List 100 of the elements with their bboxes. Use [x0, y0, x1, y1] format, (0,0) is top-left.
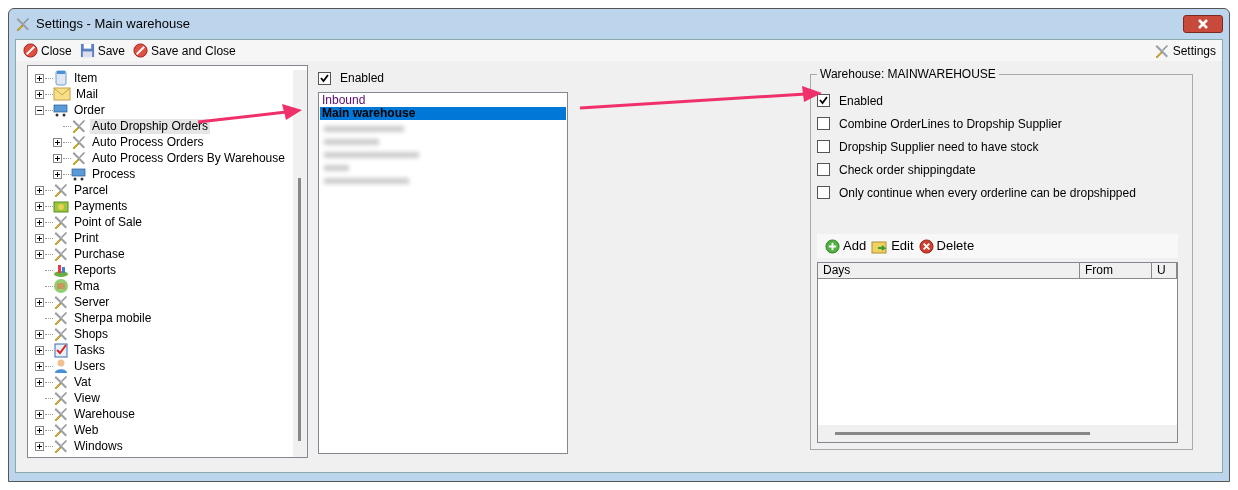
tree-item[interactable]: Purchase — [72, 246, 127, 262]
tree-item[interactable]: Sherpa mobile — [72, 310, 154, 326]
tree-item[interactable]: Reports — [72, 262, 119, 278]
tools-icon — [71, 134, 87, 150]
expand-icon[interactable] — [35, 73, 44, 83]
column-header[interactable]: From — [1080, 263, 1152, 279]
toolbar-button[interactable]: Add — [825, 236, 867, 256]
window-title: Settings - Main warehouse — [36, 15, 190, 34]
toolbar-button[interactable]: Save and Close — [132, 41, 237, 60]
tree-item[interactable]: Parcel — [72, 182, 110, 198]
collapse-icon[interactable] — [35, 105, 44, 115]
tree-item[interactable]: Warehouse — [72, 406, 137, 422]
column-header[interactable]: Days — [818, 263, 1080, 279]
column-header[interactable]: U — [1152, 263, 1177, 279]
tree-item[interactable]: View — [72, 390, 102, 406]
expand-icon[interactable] — [35, 345, 44, 355]
expand-icon[interactable] — [35, 217, 44, 227]
expand-icon[interactable] — [35, 361, 44, 371]
stop-icon — [133, 43, 149, 58]
tree-item[interactable]: Windows — [72, 438, 125, 454]
delete-icon — [918, 238, 934, 254]
chart-icon — [53, 262, 69, 278]
tools-icon — [53, 182, 69, 198]
checkbox-label: Check order shippingdate — [839, 161, 976, 179]
tools-icon — [53, 390, 69, 406]
tree-item[interactable]: Rma — [72, 278, 102, 294]
tools-icon — [53, 326, 69, 342]
enabled-checkbox[interactable] — [318, 71, 331, 85]
tools-icon — [71, 150, 87, 166]
tree-item[interactable]: Mail — [74, 86, 100, 102]
expand-icon[interactable] — [35, 233, 44, 243]
tools-icon — [53, 374, 69, 390]
tree-item[interactable]: Item — [72, 70, 100, 86]
checkbox-label: Enabled — [340, 70, 385, 87]
user-icon — [53, 358, 69, 374]
tools-icon — [53, 438, 69, 454]
expand-icon[interactable] — [35, 201, 44, 211]
tree-item[interactable]: Auto Dropship Orders — [90, 118, 211, 134]
cart-icon — [71, 166, 87, 182]
stop-icon — [23, 43, 38, 58]
expand-icon[interactable] — [53, 137, 62, 147]
tools-icon — [53, 310, 69, 326]
tree-item[interactable]: Order — [72, 102, 107, 118]
tools-icon — [1153, 42, 1170, 59]
list-item[interactable]: Inbound — [320, 94, 566, 107]
option-checkbox[interactable] — [817, 186, 830, 199]
settings-button[interactable]: Settings — [1153, 41, 1216, 60]
cart-icon — [53, 102, 69, 118]
toolbar-button[interactable]: Edit — [871, 236, 914, 256]
option-checkbox[interactable] — [817, 94, 830, 107]
expand-icon[interactable] — [53, 153, 62, 163]
tree-item[interactable]: Point of Sale — [72, 214, 145, 230]
scrollbar[interactable] — [293, 70, 307, 457]
tools-icon — [15, 16, 31, 32]
tree-item[interactable]: Shops — [72, 326, 111, 342]
expand-icon[interactable] — [35, 441, 44, 451]
toolbar-button[interactable]: Save — [78, 41, 127, 60]
tree-item[interactable]: Process — [90, 166, 138, 182]
folder-icon — [871, 238, 889, 254]
toolbar-button[interactable]: Delete — [918, 236, 975, 256]
tools-icon — [53, 230, 69, 246]
box-icon — [53, 70, 69, 86]
horizontal-scrollbar[interactable] — [818, 425, 1177, 442]
toolbar-button[interactable]: Close — [22, 41, 73, 60]
expand-icon[interactable] — [35, 409, 44, 419]
expand-icon[interactable] — [53, 169, 62, 179]
expand-icon[interactable] — [35, 89, 44, 99]
option-checkbox[interactable] — [817, 140, 830, 153]
close-button[interactable] — [1183, 15, 1223, 33]
expand-icon[interactable] — [35, 185, 44, 195]
checklist-icon — [53, 342, 69, 358]
expand-icon[interactable] — [35, 377, 44, 387]
option-checkbox[interactable] — [817, 117, 830, 130]
tools-icon — [71, 118, 87, 134]
tree-item[interactable]: Auto Process Orders By Warehouse — [90, 150, 287, 166]
floppy-icon — [79, 43, 95, 58]
tree-item[interactable]: Vat — [72, 374, 94, 390]
tree-item[interactable]: Tasks — [72, 342, 107, 358]
group-title: Warehouse: MAINWAREHOUSE — [817, 67, 999, 81]
tree-item[interactable]: Auto Process Orders — [90, 134, 206, 150]
tools-icon — [53, 422, 69, 438]
tools-icon — [53, 294, 69, 310]
tree-item[interactable]: Users — [72, 358, 108, 374]
option-checkbox[interactable] — [817, 163, 830, 176]
expand-icon[interactable] — [35, 425, 44, 435]
tools-icon — [53, 246, 69, 262]
list-item[interactable]: Main warehouse — [320, 107, 566, 120]
tree-item[interactable]: Payments — [72, 198, 130, 214]
expand-icon[interactable] — [35, 249, 44, 259]
tree-item[interactable]: Print — [72, 230, 101, 246]
tools-icon — [53, 214, 69, 230]
checkbox-label: Combine OrderLines to Dropship Supplier — [839, 115, 1062, 133]
plus-icon — [825, 238, 840, 254]
checkbox-label: Dropship Supplier need to have stock — [839, 138, 1039, 156]
tree-item[interactable]: Server — [72, 294, 112, 310]
tree-item[interactable]: Web — [72, 422, 101, 438]
checkbox-label: Only continue when every orderline can be dropshipped — [839, 184, 1136, 202]
expand-icon[interactable] — [35, 329, 44, 339]
expand-icon[interactable] — [35, 297, 44, 307]
package-icon — [53, 278, 69, 294]
